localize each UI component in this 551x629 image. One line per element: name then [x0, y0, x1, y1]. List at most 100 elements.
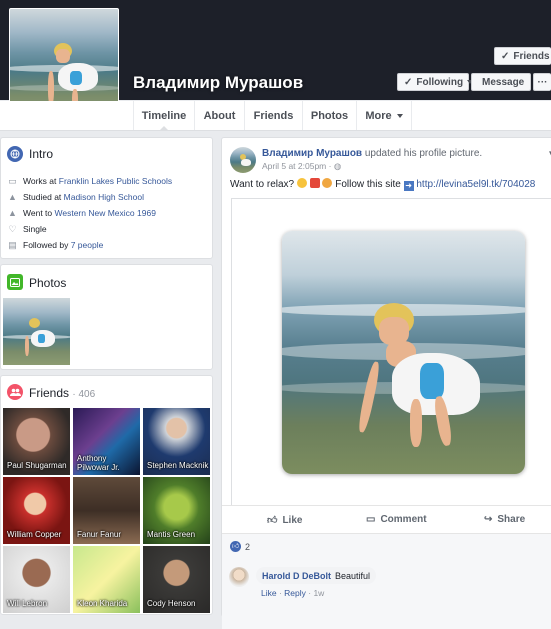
message-label: Message [482, 76, 525, 88]
profile-name[interactable]: Владимир Мурашов [133, 73, 303, 93]
friend-tile[interactable]: Stephen Macknik [143, 408, 210, 475]
profile-nav-bar: Timeline About Friends Photos More [0, 101, 551, 131]
post-image-frame[interactable] [231, 198, 551, 506]
comment-author[interactable]: Harold D DeBolt [262, 571, 331, 581]
comment-reply-link[interactable]: Reply [284, 588, 306, 598]
globe-icon [7, 146, 23, 162]
intro-card: Intro ▭ Works at Franklin Lakes Public S… [0, 137, 213, 259]
tab-label: Friends [253, 109, 294, 122]
tab-friends[interactable]: Friends [244, 101, 302, 130]
friend-name: William Copper [7, 530, 62, 539]
following-button[interactable]: ✓ Following [397, 73, 474, 91]
photo-thumbnail[interactable] [3, 298, 70, 365]
friend-name: Mantis Green [147, 530, 196, 539]
friend-name: Anthony Pilwowar Jr. [77, 454, 120, 472]
tab-more[interactable]: More [356, 101, 412, 130]
share-icon: ↪ [484, 514, 493, 525]
friend-name: Cody Henson [147, 599, 196, 608]
intro-link[interactable]: Western New Mexico 1969 [55, 208, 156, 218]
friend-tile[interactable]: Kleon Kharida [73, 546, 140, 613]
friend-tile[interactable]: Anthony Pilwowar Jr. [73, 408, 140, 475]
post-timestamp[interactable]: April 5 at 2:05pm [262, 161, 326, 171]
tab-label: About [203, 109, 236, 122]
share-button[interactable]: ↪ Share [484, 514, 525, 525]
friend-tile[interactable]: Paul Shugarman [3, 408, 70, 475]
public-globe-icon[interactable]: ◍ [334, 161, 341, 171]
friend-tile[interactable]: William Copper [3, 477, 70, 544]
emoji-ok-icon [309, 178, 320, 188]
intro-item-work: ▭ Works at Franklin Lakes Public Schools [7, 174, 172, 188]
intro-link[interactable]: 7 people [71, 240, 104, 250]
intro-text: Went to [23, 208, 55, 218]
tab-label: More [365, 109, 392, 122]
like-button[interactable]: 👍︎ Like [267, 514, 303, 527]
message-button[interactable]: Message [471, 73, 531, 91]
friends-card: Friends · 406 Paul Shugarman Anthony Pil… [0, 375, 213, 615]
more-options-icon: ··· [537, 76, 548, 88]
arrow-right-icon: ➜ [403, 181, 414, 191]
intro-item-college: ▲ Went to Western New Mexico 1969 [7, 206, 156, 220]
comment-bubble: Harold D DeBolt Beautiful [256, 567, 377, 584]
intro-title: Intro [29, 147, 54, 161]
photo-icon [7, 274, 23, 290]
commenter-avatar[interactable] [229, 567, 249, 587]
tab-timeline[interactable]: Timeline [133, 101, 194, 131]
intro-link[interactable]: Madison High School [64, 192, 144, 202]
tab-about[interactable]: About [194, 101, 244, 130]
more-options-button[interactable]: ··· [533, 73, 551, 91]
briefcase-icon: ▭ [8, 175, 17, 186]
post-author-avatar[interactable] [230, 147, 256, 173]
photos-card: Photos [0, 264, 213, 370]
thumbs-up-icon: 👍︎ [267, 515, 278, 526]
comment-like-link[interactable]: Like [261, 588, 277, 598]
intro-item-relationship: ♡ Single [7, 222, 46, 236]
reactions-count: 2 [245, 541, 251, 552]
meta-separator: · [326, 161, 334, 171]
friend-tile[interactable]: Cody Henson [143, 546, 210, 613]
post-link[interactable]: http://levina5el9l.tk/704028 [416, 179, 535, 190]
friends-title[interactable]: Friends · 406 [29, 386, 95, 400]
post-action-text: updated his profile picture. [362, 148, 483, 159]
post-image[interactable] [282, 231, 525, 474]
emoji-kiss-icon [296, 178, 307, 188]
post-text-follow: Follow this site [332, 179, 404, 190]
post-meta: April 5 at 2:05pm · ◍ [262, 161, 341, 172]
graduation-cap-icon: ▲ [8, 208, 17, 218]
friend-tile[interactable]: Fanur Fanur [73, 477, 140, 544]
like-reaction-icon: 👍︎ [230, 541, 241, 552]
comment-button[interactable]: ▭ Comment [366, 514, 427, 525]
friend-name: Will Lebron [7, 599, 48, 608]
intro-text: Studied at [23, 192, 64, 202]
heart-icon: ♡ [8, 223, 17, 234]
friends-title-label: Friends [29, 386, 70, 400]
friends-status-label: Friends [513, 50, 550, 62]
friend-tile[interactable]: Mantis Green [143, 477, 210, 544]
post-text-intro: Want to relax? [230, 179, 297, 190]
friend-name: Paul Shugarman [7, 461, 67, 470]
checkmark-icon: ✓ [501, 50, 510, 62]
photos-title[interactable]: Photos [29, 276, 66, 290]
post-header: Владимир Мурашов updated his profile pic… [262, 148, 482, 159]
friend-name: Stephen Macknik [147, 461, 209, 470]
post-card: Владимир Мурашов updated his profile pic… [221, 137, 551, 629]
tab-label: Timeline [141, 109, 187, 122]
post-text: Want to relax? Follow this site ➜ http:/… [230, 178, 535, 191]
emoji-cat-icon [322, 178, 333, 188]
reactions-summary[interactable]: 👍︎ 2 [230, 541, 250, 552]
friend-tile[interactable]: Will Lebron [3, 546, 70, 613]
intro-link[interactable]: Franklin Lakes Public Schools [59, 176, 172, 186]
friends-status-button[interactable]: ✓ Friends [494, 47, 551, 65]
comment-time[interactable]: 1w [313, 588, 324, 598]
checkmark-icon: ✓ [404, 76, 413, 88]
like-label: Like [282, 514, 303, 526]
rss-icon: ▤ [8, 239, 17, 250]
chevron-down-icon [396, 113, 403, 118]
friends-count: · 406 [72, 389, 96, 400]
tab-photos[interactable]: Photos [302, 101, 356, 130]
intro-item-followers: ▤ Followed by 7 people [7, 238, 103, 252]
friend-name: Fanur Fanur [77, 530, 122, 539]
post-author-name[interactable]: Владимир Мурашов [262, 148, 362, 159]
following-label: Following [416, 76, 464, 88]
comment-icon: ▭ [366, 514, 376, 525]
comment-text: Beautiful [335, 570, 371, 581]
